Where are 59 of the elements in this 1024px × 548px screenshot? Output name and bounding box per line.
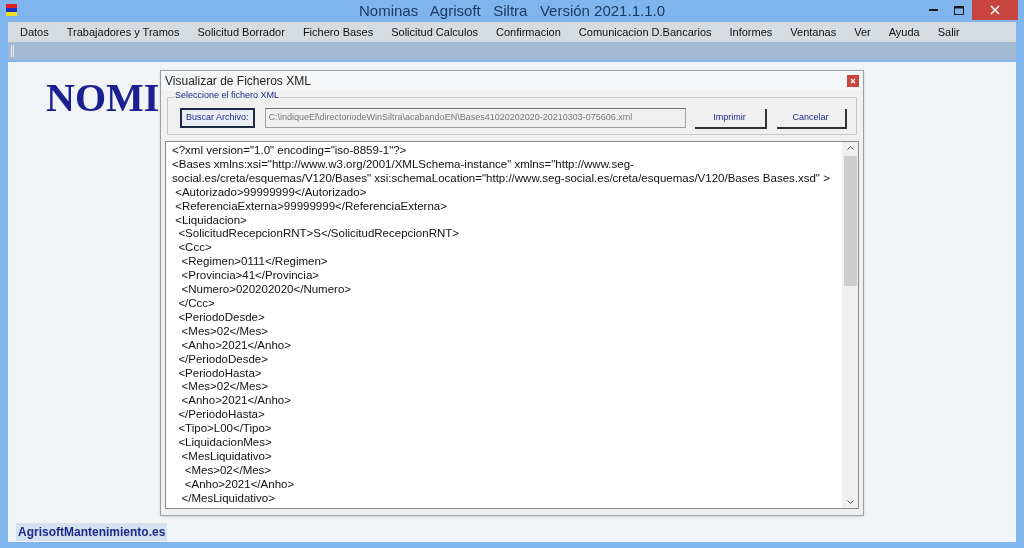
menu-item[interactable]: Ayuda [888, 23, 920, 41]
minimize-icon [928, 9, 938, 11]
menu-item[interactable]: Solicitud Calculos [391, 23, 479, 41]
xml-line: <Anho>2021</Anho> [180, 394, 291, 409]
status-bar-text: AgrisoftMantenimiento.es [16, 523, 168, 541]
menu-item[interactable]: Informes [729, 23, 773, 41]
xml-line: <Numero>020202020</Numero> [180, 283, 351, 297]
app-logo-text: NOMI [46, 78, 160, 118]
close-icon [990, 5, 1000, 15]
xml-line: <PeriodoHasta> [177, 366, 262, 381]
xml-line: <Mes>02</Mes> [180, 324, 268, 339]
group-label: Seleccione el fichero XML [174, 91, 281, 100]
xml-line: <Mes>02</Mes> [183, 463, 272, 478]
menu-item[interactable]: Ventanas [790, 23, 837, 41]
browse-button[interactable]: Buscar Archivo: [180, 107, 255, 128]
file-path-field[interactable]: C:\indiqueEl\directoriodeWinSiltra\acabandoEN\Bases41020202020-20210303-075606.xml [264, 107, 686, 128]
xml-line: <Provincia>41</Provincia> [180, 269, 320, 284]
scroll-down-icon[interactable] [846, 500, 854, 504]
window-title: Nominas Agrisoft Siltra Versión 2021.1.1.0 [359, 0, 665, 21]
cancel-button[interactable]: Cancelar [776, 108, 847, 129]
scrollbar[interactable] [842, 142, 858, 508]
menu-item[interactable]: Solicitud Borrador [197, 23, 285, 41]
maximize-icon [954, 5, 964, 15]
xml-line: social.es/creta/esquemas/V120/Bases" xsi:schemaLocation="http://www.seg-social.es/creta/esquemas/V120/Bases Bases.xsd" > [172, 171, 830, 186]
menu-item[interactable]: Ver [854, 23, 871, 41]
dialog-title: Visualizar de Ficheros XML [165, 73, 311, 90]
scroll-up-icon[interactable] [846, 146, 854, 150]
xml-line: <ReferenciaExterna>99999999</ReferenciaExterna> [174, 199, 447, 214]
xml-line: <Liquidacion> [174, 213, 247, 228]
xml-line: <Anho>2021</Anho> [183, 477, 295, 492]
xml-line: <?xml version="1.0" encoding="iso-8859-1"?> [172, 144, 407, 158]
xml-line: <Anho>2021</Anho> [180, 338, 291, 353]
xml-line: <SolicitudRecepcionRNT>S</SolicitudRecepcionRNT> [177, 227, 459, 242]
scroll-thumb[interactable] [843, 156, 857, 286]
xml-line: <Ccc> [177, 241, 212, 256]
xml-line: <Mes>02</Mes> [180, 380, 268, 395]
close-button[interactable] [847, 75, 859, 87]
xml-text-area[interactable] [165, 141, 859, 509]
xml-line: <MesLiquidativo> [180, 449, 272, 464]
xml-line: </Ccc> [177, 296, 215, 311]
xml-line: <Bases xmlns:xsi="http://www.w3.org/2001/XMLSchema-instance" xmlns="http://www.seg- [172, 157, 634, 172]
menu-item[interactable]: Comunicacion D.Bancarios [578, 23, 712, 41]
xml-line: </PeriodoHasta> [177, 408, 265, 423]
xml-line: <Autorizado>99999999</Autorizado> [174, 185, 367, 200]
xml-line: <Tipo>L00</Tipo> [177, 422, 272, 437]
menu-item[interactable]: Confirmacion [496, 23, 561, 41]
xml-line: <PeriodoDesde> [177, 310, 265, 325]
print-button[interactable]: Imprimir [694, 108, 767, 129]
menu-item[interactable]: Trabajadores y Tramos [66, 23, 180, 41]
xml-line: <Regimen>0111</Regimen> [180, 255, 328, 270]
xml-line: </PeriodoDesde> [177, 352, 268, 367]
menu-item[interactable]: Fichero Bases [302, 23, 374, 41]
xml-line: </MesLiquidativo> [180, 491, 275, 506]
menu-item[interactable]: Salir [937, 23, 960, 41]
toolbar-grip-icon [11, 45, 14, 57]
app-icon [6, 4, 17, 16]
close-icon [850, 78, 856, 84]
xml-line: <LiquidacionMes> [177, 436, 272, 450]
menu-item[interactable]: Datos [20, 23, 49, 41]
